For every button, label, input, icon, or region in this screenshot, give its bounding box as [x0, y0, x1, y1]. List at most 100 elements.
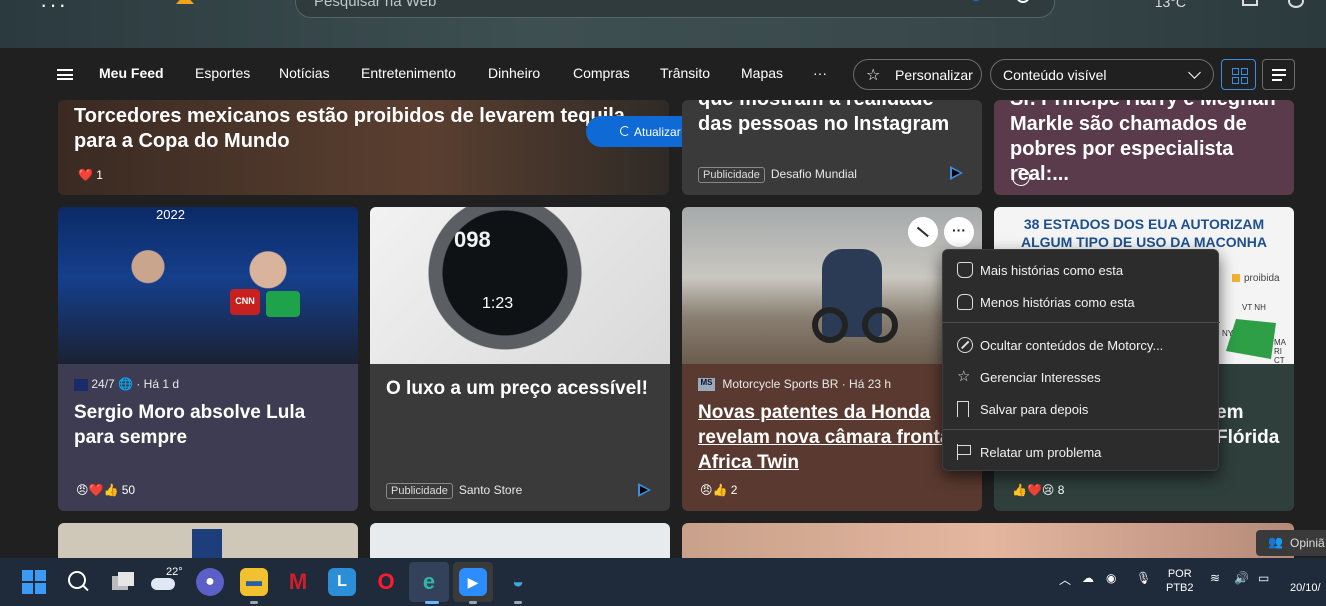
nav-noticias[interactable]: Notícias: [279, 65, 330, 81]
card-meta: MS Motorcycle Sports BR · Há 23 h: [698, 377, 891, 392]
zoom-icon[interactable]: ▶: [459, 568, 487, 596]
web-search-box[interactable]: Pesquisar na Web: [295, 0, 1055, 18]
more-options-button[interactable]: ···: [944, 217, 974, 247]
legend-label: proibida: [1244, 273, 1280, 284]
thumbs-up-icon: [957, 262, 973, 278]
content-visibility-select[interactable]: Conteúdo visível: [990, 59, 1214, 90]
battery-icon[interactable]: ▭: [1258, 571, 1269, 585]
feedback-button[interactable]: 👥 Opiniã: [1256, 530, 1326, 556]
taskbar-date[interactable]: 20/10/: [1290, 582, 1321, 594]
grid-view-button[interactable]: [1221, 59, 1256, 90]
wifi-icon[interactable]: ≋: [1210, 571, 1220, 585]
reaction-count[interactable]: ❤️ 1: [78, 168, 103, 182]
news-card-moro[interactable]: 2022 CNN 24/7 🌐 · Há 1 d Sergio Moro abs…: [58, 207, 358, 511]
task-view-icon[interactable]: [110, 568, 138, 596]
teams-chat-icon[interactable]: ●: [196, 568, 224, 596]
edge-icon[interactable]: e: [415, 568, 443, 596]
news-card-row3-1[interactable]: [58, 523, 358, 563]
map-region: [1226, 319, 1276, 359]
source-logo-icon: [74, 378, 88, 391]
ad-choices-icon[interactable]: [950, 166, 963, 180]
weather-app-icon[interactable]: ◒: [504, 568, 532, 596]
menu-report-problem[interactable]: Relatar um problema: [943, 438, 1220, 466]
source-name[interactable]: 24/7: [91, 377, 114, 391]
bookmark-icon: [957, 401, 969, 417]
state-label: RI: [1274, 347, 1282, 356]
ad-meta: Publicidade Desafio Mundial: [698, 167, 857, 183]
news-card-harry[interactable]: Sr. Príncipe Harry e Meghan Markle são c…: [994, 100, 1294, 195]
opera-icon[interactable]: O: [372, 568, 400, 596]
menu-fewer-stories[interactable]: Menos histórias como esta: [943, 288, 1220, 316]
nav-compras[interactable]: Compras: [573, 65, 630, 81]
defender-icon[interactable]: ◉: [1106, 571, 1116, 585]
mcafee-icon[interactable]: M: [284, 568, 312, 596]
card-title[interactable]: que mostram a realidade das pessoas no I…: [698, 100, 968, 137]
hamburger-menu-icon[interactable]: [57, 69, 73, 80]
politicians-photo: 2022 CNN: [58, 207, 358, 364]
start-windows-icon[interactable]: [20, 568, 48, 596]
reaction-count[interactable]: 😠❤️👍 50: [76, 483, 135, 497]
ad-card-watch[interactable]: 098 1:23 O luxo a um preço acessível! Pu…: [370, 207, 670, 511]
feedback-icon: 👥: [1268, 535, 1283, 549]
nav-more[interactable]: ···: [813, 65, 827, 81]
onedrive-cloud-icon[interactable]: ☁: [1082, 571, 1094, 585]
reaction-count[interactable]: 👍❤️😢 8: [1012, 483, 1064, 497]
list-view-button[interactable]: [1262, 59, 1295, 90]
bing-icon[interactable]: [970, 0, 982, 1]
menu-save-later[interactable]: Salvar para depois: [943, 395, 1220, 423]
watch-face-time: 1:23: [482, 295, 514, 312]
weather-temp[interactable]: 13°C: [1155, 0, 1186, 10]
nav-mapas[interactable]: Mapas: [741, 65, 783, 81]
search-icon[interactable]: [1016, 0, 1030, 3]
running-indicator: [425, 601, 439, 604]
taskbar-temperature[interactable]: 22°: [166, 566, 183, 578]
card-title[interactable]: Torcedores mexicanos estão proibidos de …: [74, 104, 644, 154]
l-app-icon[interactable]: L: [328, 568, 356, 596]
nav-entretenimento[interactable]: Entretenimento: [361, 65, 456, 81]
news-card-honda[interactable]: ··· MS Motorcycle Sports BR · Há 23 h No…: [682, 207, 982, 511]
card-title[interactable]: Sergio Moro absolve Lula para sempre: [74, 400, 344, 450]
news-card-row3-2[interactable]: [370, 523, 670, 563]
ad-choices-icon[interactable]: [638, 483, 651, 497]
refresh-icon: [620, 126, 630, 136]
apps-launcher-icon[interactable]: ···: [40, 0, 68, 18]
show-hidden-icons-chevron[interactable]: ︿: [1059, 571, 1071, 588]
keyboard-layout: PTB2: [1166, 582, 1194, 594]
card-title[interactable]: em Flórida: [1216, 400, 1294, 450]
reaction-count[interactable]: 😠👍 2: [700, 483, 737, 497]
flag-icon: [957, 444, 973, 460]
source-name[interactable]: Motorcycle Sports BR · Há 23 h: [722, 377, 891, 391]
warning-icon[interactable]: [176, 0, 194, 4]
image-year-label: 2022: [156, 207, 185, 222]
file-explorer-icon[interactable]: ▬: [240, 568, 268, 596]
menu-hide-source[interactable]: Ocultar conteúdos de Motorcy...: [943, 331, 1220, 359]
search-placeholder: Pesquisar na Web: [314, 0, 437, 10]
menu-divider: [943, 429, 1220, 430]
state-label: CT: [1274, 356, 1285, 365]
card-title[interactable]: O luxo a um preço acessível!: [386, 376, 656, 401]
nav-esportes[interactable]: Esportes: [195, 65, 250, 81]
input-language[interactable]: POR PTB2: [1166, 567, 1194, 595]
menu-more-stories[interactable]: Mais histórias como esta: [943, 256, 1220, 284]
personalize-button[interactable]: ☆ Personalizar: [853, 59, 982, 90]
cnn-mic-logo: CNN: [230, 289, 260, 315]
card-title[interactable]: Sr. Príncipe Harry e Meghan Markle são c…: [1010, 100, 1288, 187]
taskbar-search-icon[interactable]: [65, 568, 93, 596]
nav-transito[interactable]: Trânsito: [660, 65, 710, 81]
news-card-row3-3[interactable]: [682, 523, 1294, 563]
news-card-tequila[interactable]: Torcedores mexicanos estão proibidos de …: [58, 100, 669, 195]
personalize-label: Personalizar: [895, 67, 973, 83]
nav-dinheiro[interactable]: Dinheiro: [488, 65, 540, 81]
microphone-icon[interactable]: 🎙: [1136, 571, 1151, 585]
rewards-icon[interactable]: [1242, 0, 1258, 6]
personalize-star-icon: ☆: [866, 67, 881, 84]
nav-meu-feed[interactable]: Meu Feed: [99, 65, 164, 81]
volume-icon[interactable]: 🔊: [1234, 571, 1249, 585]
settings-icon[interactable]: [1288, 0, 1304, 8]
ad-card-instagram[interactable]: que mostram a realidade das pessoas no I…: [682, 100, 982, 195]
hide-story-icon[interactable]: [908, 217, 938, 247]
menu-manage-interests[interactable]: ☆ Gerenciar Interesses: [943, 363, 1220, 391]
add-reaction-icon[interactable]: [1012, 168, 1030, 186]
card-title[interactable]: Novas patentes da Honda revelam nova câm…: [698, 400, 982, 475]
thumbs-down-icon: [957, 294, 973, 310]
